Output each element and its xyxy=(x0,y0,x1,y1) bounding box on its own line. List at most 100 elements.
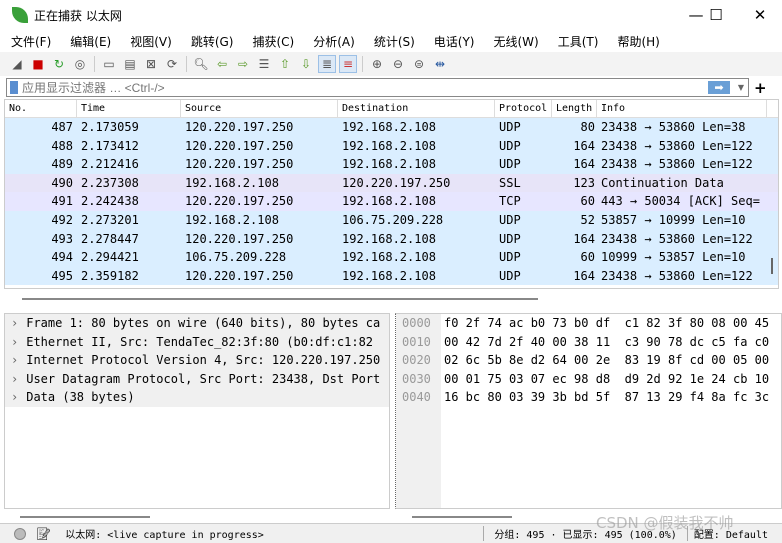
cell-time: 2.237308 xyxy=(81,175,139,190)
go-last-icon[interactable]: ⇩ xyxy=(297,55,315,73)
add-filter-button[interactable]: + xyxy=(754,79,767,97)
display-filter-input[interactable] xyxy=(22,80,708,95)
column-header-protocol[interactable]: Protocol xyxy=(495,100,552,117)
go-forward-icon[interactable]: ⇨ xyxy=(234,55,252,73)
stop-capture-icon[interactable]: ■ xyxy=(29,55,47,73)
detail-tree-item[interactable]: › User Datagram Protocol, Src Port: 23438… xyxy=(5,369,389,389)
close-file-icon[interactable]: ⊠ xyxy=(142,55,160,73)
chevron-right-icon[interactable]: › xyxy=(11,390,18,404)
packet-list-header: No. Time Source Destination Protocol Length In… xyxy=(5,100,778,118)
packet-list: No. Time Source Destination Protocol Length In… xyxy=(4,99,779,289)
maximize-button[interactable]: ☐ xyxy=(696,4,736,26)
cell-length: 123 xyxy=(573,175,595,190)
menu-item[interactable]: 跳转(G) xyxy=(180,33,242,50)
packet-row[interactable]: 491 2.242438 120.220.197.250 192.168.2.108 T… xyxy=(5,192,778,211)
cell-length: 164 xyxy=(573,138,595,153)
packet-row[interactable]: 495 2.359182 120.220.197.250 192.168.2.108 U… xyxy=(5,266,778,286)
packet-row[interactable]: 490 2.237308 192.168.2.108 120.220.197.250 S… xyxy=(5,173,778,193)
menu-item[interactable]: 文件(F) xyxy=(0,33,59,50)
hex-offset: 0040 xyxy=(402,390,431,405)
packet-list-vscrollbar[interactable] xyxy=(771,258,773,274)
hex-row: 0040 16 bc 80 03 39 3b bd 5f 87 13 29 f4 … xyxy=(396,388,781,407)
chevron-right-icon[interactable]: › xyxy=(11,372,18,386)
menu-item[interactable]: 无线(W) xyxy=(483,33,547,50)
column-header-source[interactable]: Source xyxy=(181,100,338,117)
bookmark-icon[interactable] xyxy=(10,81,18,94)
menu-item[interactable]: 编辑(E) xyxy=(59,33,119,50)
menu-item[interactable]: 电话(Y) xyxy=(423,33,483,50)
column-header-time[interactable]: Time xyxy=(77,100,181,117)
cell-source: 120.220.197.250 xyxy=(185,157,294,172)
close-button[interactable]: ✕ xyxy=(740,4,780,26)
interface-status: 以太网: <live capture in progress> xyxy=(65,530,264,541)
zoom-reset-icon[interactable]: ⊜ xyxy=(410,55,428,73)
menu-item[interactable]: 视图(V) xyxy=(119,33,180,50)
go-back-icon[interactable]: ⇦ xyxy=(213,55,231,73)
detail-tree-item[interactable]: › Frame 1: 80 bytes on wire (640 bits), 8… xyxy=(5,314,389,333)
restart-capture-icon[interactable]: ↻ xyxy=(50,55,68,73)
menu-item[interactable]: 分析(A) xyxy=(302,33,363,50)
chevron-right-icon[interactable]: › xyxy=(11,316,18,330)
expert-info-icon[interactable] xyxy=(14,527,26,540)
menu-item[interactable]: 捕获(C) xyxy=(241,33,302,50)
window-title: 正在捕获 以太网 xyxy=(34,8,122,23)
cell-no: 494 xyxy=(51,250,73,265)
packet-list-hscrollbar[interactable] xyxy=(22,298,538,300)
shark-fin-start-icon[interactable]: ◢ xyxy=(8,55,26,73)
filter-history-dropdown[interactable]: ▼ xyxy=(734,83,748,92)
watermark: CSDN @假装我不帅 xyxy=(596,514,734,532)
packet-row[interactable]: 494 2.294421 106.75.209.228 192.168.2.108 UD… xyxy=(5,248,778,267)
menu-item[interactable]: 统计(S) xyxy=(363,33,423,50)
colorize-icon[interactable]: ≡ xyxy=(339,55,357,73)
cell-length: 80 xyxy=(580,120,595,134)
capture-comment-icon[interactable]: 📝︎ xyxy=(36,527,51,541)
packet-row[interactable]: 489 2.212416 120.220.197.250 192.168.2.108 U… xyxy=(5,155,778,174)
go-first-icon[interactable]: ⇧ xyxy=(276,55,294,73)
hex-bytes[interactable]: 16 bc 80 03 39 3b bd 5f 87 13 29 f4 8a f… xyxy=(444,390,769,404)
cell-destination: 192.168.2.108 xyxy=(342,157,436,172)
packet-row[interactable]: 493 2.278447 120.220.197.250 192.168.2.108 U… xyxy=(5,229,778,249)
hex-bytes[interactable]: 00 42 7d 2f 40 00 38 11 c3 90 78 dc c5 f… xyxy=(444,335,769,349)
cell-info: 23438 → 53860 Len=122 xyxy=(601,268,753,283)
bytes-hscrollbar[interactable] xyxy=(412,516,512,518)
packet-row[interactable]: 488 2.173412 120.220.197.250 192.168.2.108 U… xyxy=(5,136,778,156)
details-hscrollbar[interactable] xyxy=(20,516,150,518)
packet-row[interactable]: 487 2.173059 120.220.197.250 192.168.2.108 U… xyxy=(5,118,778,137)
packet-row[interactable]: 492 2.273201 192.168.2.108 106.75.209.228 UD… xyxy=(5,210,778,230)
hex-bytes[interactable]: f0 2f 74 ac b0 73 b0 df c1 82 3f 80 08 0… xyxy=(444,316,769,330)
reload-file-icon[interactable]: ⟳ xyxy=(163,55,181,73)
zoom-in-icon[interactable]: ⊕ xyxy=(368,55,386,73)
cell-info: 23438 → 53860 Len=38 xyxy=(601,120,746,134)
hex-offset: 0030 xyxy=(402,371,431,386)
auto-scroll-icon[interactable]: ≣ xyxy=(318,55,336,73)
cell-destination: 120.220.197.250 xyxy=(342,175,451,190)
menu-item[interactable]: 帮助(H) xyxy=(606,33,667,50)
menu-item[interactable]: 工具(T) xyxy=(547,33,607,50)
cell-destination: 192.168.2.108 xyxy=(342,194,436,209)
resize-columns-icon[interactable]: ⇹ xyxy=(431,55,449,73)
column-header-no[interactable]: No. xyxy=(5,100,77,117)
column-header-destination[interactable]: Destination xyxy=(338,100,495,117)
chevron-right-icon[interactable]: › xyxy=(11,335,18,349)
cell-length: 164 xyxy=(573,231,595,246)
column-header-length[interactable]: Length xyxy=(552,100,597,117)
save-file-icon[interactable]: ▤ xyxy=(121,55,139,73)
column-header-info[interactable]: Info xyxy=(597,100,767,117)
chevron-right-icon[interactable]: › xyxy=(11,353,18,367)
detail-tree-item[interactable]: › Ethernet II, Src: TendaTec_82:3f:80 (b0… xyxy=(5,332,389,352)
cell-time: 2.273201 xyxy=(81,212,139,227)
go-to-packet-icon[interactable]: ☰ xyxy=(255,55,273,73)
cell-time: 2.294421 xyxy=(81,250,139,265)
cell-time: 2.359182 xyxy=(81,268,139,283)
hex-bytes[interactable]: 02 6c 5b 8e d2 64 00 2e 83 19 8f cd 00 0… xyxy=(444,353,769,367)
hex-bytes[interactable]: 00 01 75 03 07 ec 98 d8 d9 2d 92 1e 24 c… xyxy=(444,372,769,386)
apply-filter-button[interactable]: ➡ xyxy=(708,81,730,94)
find-packet-icon[interactable]: 🔍︎ xyxy=(192,55,210,73)
cell-destination: 106.75.209.228 xyxy=(342,212,444,227)
zoom-out-icon[interactable]: ⊖ xyxy=(389,55,407,73)
detail-tree-item[interactable]: › Internet Protocol Version 4, Src: 120.2… xyxy=(5,351,389,370)
capture-options-icon[interactable]: ◎ xyxy=(71,55,89,73)
detail-tree-item[interactable]: › Data (38 bytes) xyxy=(5,388,389,407)
cell-protocol: UDP xyxy=(499,138,521,153)
open-file-icon[interactable]: ▭ xyxy=(100,55,118,73)
